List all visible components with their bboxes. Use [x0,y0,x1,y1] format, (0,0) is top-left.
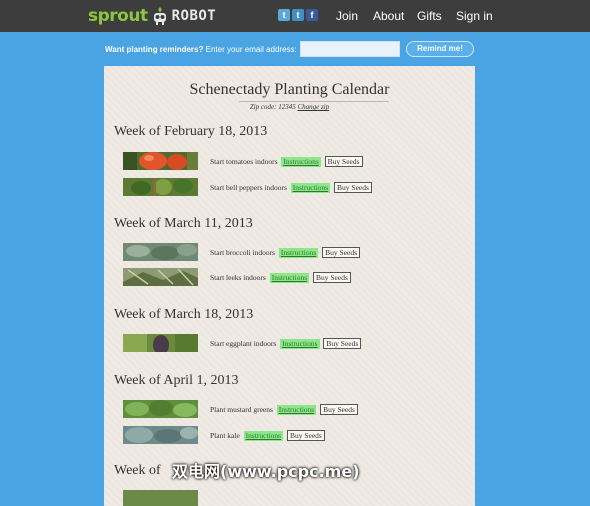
top-navigation-bar: sprout ROBOT t t f Join About Gifts Sign… [0,0,590,32]
tomato-photo [123,152,198,170]
social-links: t t f [278,9,318,21]
tumblr-icon[interactable]: t [292,9,304,21]
buy-seeds-button[interactable]: Buy Seeds [334,182,372,193]
instructions-link[interactable]: Instructions [280,339,320,349]
twitter-icon[interactable]: t [278,9,290,21]
reminder-text: Enter your email address: [205,45,297,54]
nav-sign-in-link[interactable]: Sign in [456,0,493,32]
eggplant-photo [123,334,198,352]
watermark: 双电网(www.pcpc.me) [172,462,360,481]
zip-code-label: Zip code: 12345 [249,103,296,111]
broccoli-photo [123,243,198,261]
instructions-link[interactable]: Instructions [269,273,310,283]
change-zip-link[interactable]: Change zip [297,103,329,111]
plant-photo [123,490,198,506]
reminder-bold-text: Want planting reminders? [105,45,204,54]
nav-gifts-link[interactable]: Gifts [417,0,442,32]
week-heading: Week of [114,463,161,478]
task-text: Start eggplant indoors [210,339,277,348]
task-line: Start leeks indoors Instructions Buy See… [210,272,351,283]
email-input[interactable] [300,41,400,57]
buy-seeds-button[interactable]: Buy Seeds [322,247,361,258]
task-line: Plant mustard greens Instructions Buy Se… [210,404,358,415]
task-text: Plant kale [210,431,240,440]
buy-seeds-button[interactable]: Buy Seeds [313,272,351,283]
task-line: Plant kale Instructions Buy Seeds [210,430,325,441]
reminder-bar: Want planting reminders? Enter your emai… [0,32,590,66]
page-title: Schenectady Planting Calendar [189,81,390,98]
kale-photo [123,426,198,444]
mustard-greens-photo [123,400,198,418]
task-text: Plant mustard greens [210,405,273,414]
task-line: Start bell peppers indoors Instructions … [210,182,372,193]
week-heading: Week of February 18, 2013 [114,124,268,139]
planting-calendar-panel: Schenectady Planting Calendar Zip code: … [104,66,475,506]
task-text: Start leeks indoors [210,273,266,282]
robot-icon [153,7,166,25]
buy-seeds-button[interactable]: Buy Seeds [286,430,325,441]
buy-seeds-button[interactable]: Buy Seeds [320,404,358,415]
logo-robot-text: ROBOT [171,8,217,24]
logo-sprout-text: sprout [88,6,148,26]
week-heading: Week of April 1, 2013 [114,373,239,388]
nav-join-link[interactable]: Join [336,0,358,32]
task-line: Start tomatoes indoors Instructions Buy … [210,156,363,167]
zip-line: Zip code: 12345 Change zip [104,103,475,111]
nav-about-link[interactable]: About [373,0,404,32]
leeks-photo [123,268,198,286]
buy-seeds-button[interactable]: Buy Seeds [324,156,363,167]
instructions-link[interactable]: Instructions [243,431,284,441]
instructions-link[interactable]: Instructions [290,183,331,193]
instructions-link[interactable]: Instructions [278,248,319,258]
task-text: Start bell peppers indoors [210,183,287,192]
remind-me-button[interactable]: Remind me! [406,41,474,57]
buy-seeds-button[interactable]: Buy Seeds [323,338,362,349]
week-heading: Week of March 18, 2013 [114,307,254,322]
task-text: Start broccoli indoors [210,248,275,257]
sprout-robot-logo[interactable]: sprout ROBOT [88,5,216,27]
facebook-icon[interactable]: f [306,9,318,21]
bell-pepper-photo [123,178,198,196]
task-text: Start tomatoes indoors [210,157,278,166]
week-heading: Week of March 11, 2013 [114,216,253,231]
reminder-prompt: Want planting reminders? Enter your emai… [105,45,297,54]
title-divider [239,101,389,102]
instructions-link[interactable]: Instructions [276,405,317,415]
task-line: Start broccoli indoors Instructions Buy … [210,247,361,258]
task-line: Start eggplant indoors Instructions Buy … [210,338,362,349]
instructions-link[interactable]: Instructions [281,157,321,167]
